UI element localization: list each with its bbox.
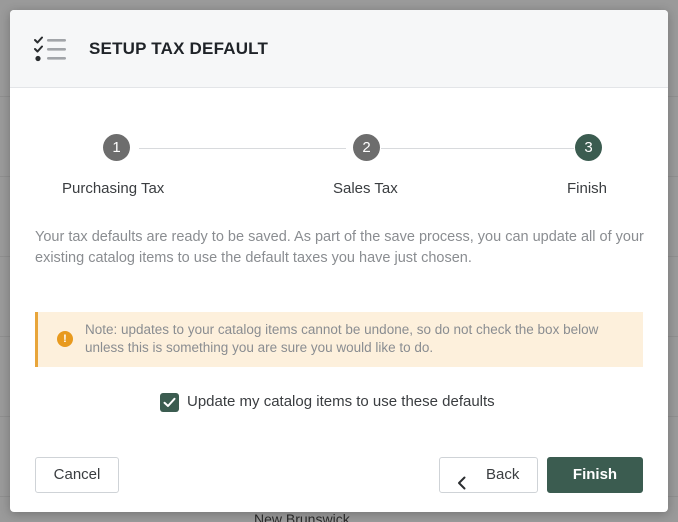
dialog-header: SETUP TAX DEFAULT xyxy=(10,10,668,88)
step-1-circle: 1 xyxy=(103,134,130,161)
update-catalog-checkbox-label[interactable]: Update my catalog items to use these def… xyxy=(187,393,495,410)
step-1-label: Purchasing Tax xyxy=(62,180,165,197)
step-connector xyxy=(139,148,346,149)
background-cell-text: New Brunswick xyxy=(254,511,350,522)
step-2-label: Sales Tax xyxy=(333,180,398,197)
step-3-circle: 3 xyxy=(575,134,602,161)
step-2-circle: 2 xyxy=(353,134,380,161)
info-text: Your tax defaults are ready to be saved.… xyxy=(35,229,644,266)
checkmark-icon xyxy=(163,397,176,407)
checklist-icon xyxy=(34,36,68,62)
warning-note-text: Note: updates to your catalog items cann… xyxy=(85,322,599,355)
chevron-left-icon xyxy=(457,469,467,503)
update-catalog-checkbox[interactable] xyxy=(160,393,179,412)
dialog-title: SETUP TAX DEFAULT xyxy=(89,39,269,58)
setup-tax-default-dialog: SETUP TAX DEFAULT 1 2 3 Purchasing Tax S… xyxy=(10,10,668,512)
step-connector xyxy=(381,148,574,149)
warning-icon: ! xyxy=(57,331,73,347)
finish-button[interactable]: Finish xyxy=(547,457,643,493)
back-button[interactable]: Back xyxy=(439,457,538,493)
cancel-button[interactable]: Cancel xyxy=(35,457,119,493)
warning-note: ! Note: updates to your catalog items ca… xyxy=(35,312,643,367)
step-3-label: Finish xyxy=(567,180,608,197)
back-button-label: Back xyxy=(486,466,520,483)
